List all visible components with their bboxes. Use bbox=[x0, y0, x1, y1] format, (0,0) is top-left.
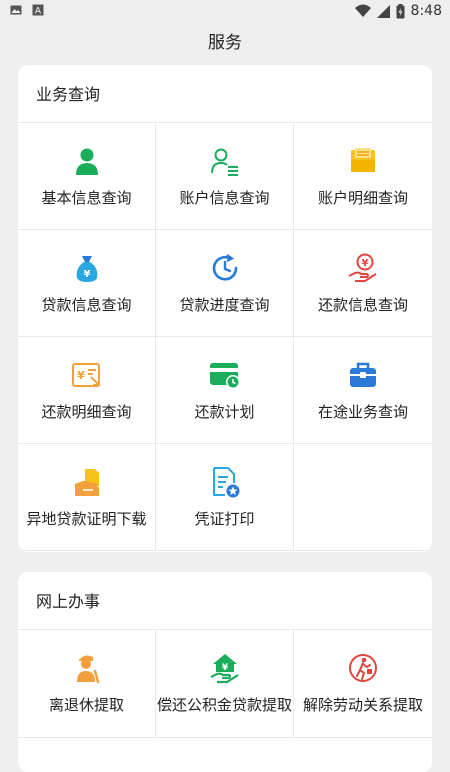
folder-details-icon bbox=[351, 148, 375, 172]
section-title: 业务查询 bbox=[18, 65, 432, 123]
svg-text:¥: ¥ bbox=[83, 269, 90, 280]
svg-text:¥: ¥ bbox=[77, 369, 85, 382]
loan-info-query-item[interactable]: ¥ 贷款信息查询 bbox=[18, 230, 156, 337]
house-hand-icon: ¥ bbox=[210, 654, 239, 684]
svg-text:A: A bbox=[35, 7, 42, 17]
basic-info-query-item[interactable]: 基本信息查询 bbox=[18, 123, 156, 230]
leave-job-icon bbox=[349, 654, 377, 682]
money-bag-icon: ¥ bbox=[76, 256, 97, 282]
signal-icon bbox=[376, 4, 390, 18]
person-icon bbox=[75, 148, 98, 175]
briefcase-icon bbox=[350, 362, 376, 387]
repay-hand-icon: ¥ bbox=[348, 253, 377, 282]
in-progress-business-query-item[interactable]: 在途业务查询 bbox=[294, 337, 432, 444]
account-info-query-item[interactable]: 账户信息查询 bbox=[156, 123, 294, 230]
status-time: 8:48 bbox=[410, 3, 442, 19]
svg-text:¥: ¥ bbox=[362, 258, 369, 269]
certificate-print-icon bbox=[212, 467, 239, 498]
repayment-plan-item[interactable]: 还款计划 bbox=[156, 337, 294, 444]
section-title: 网上办事 bbox=[18, 572, 432, 630]
business-query-card: 业务查询 基本信息查询 账户信息查询 账户明细查询 ¥ 贷款信息查询 贷款进度查… bbox=[18, 65, 432, 552]
svg-text:¥: ¥ bbox=[221, 663, 228, 673]
repay-details-icon: ¥ bbox=[71, 363, 100, 387]
progress-clock-icon bbox=[212, 254, 237, 281]
loan-progress-query-item[interactable]: 贷款进度查询 bbox=[156, 230, 294, 337]
remote-loan-certificate-download-item[interactable]: 异地贷款证明下载 bbox=[18, 444, 156, 551]
retiree-icon bbox=[76, 655, 99, 684]
empty-grid-cell bbox=[294, 444, 432, 551]
wifi-icon bbox=[354, 4, 371, 17]
loan-repayment-withdrawal-item[interactable]: ¥ 偿还公积金贷款提取 bbox=[156, 630, 294, 738]
image-icon bbox=[10, 5, 22, 15]
document-hand-icon bbox=[74, 469, 99, 496]
notification-a-icon: A bbox=[32, 4, 44, 16]
labor-termination-withdrawal-item[interactable]: 解除劳动关系提取 bbox=[294, 630, 432, 738]
card-clock-icon bbox=[209, 363, 240, 389]
battery-icon bbox=[396, 3, 405, 18]
account-list-icon bbox=[210, 148, 238, 176]
voucher-print-item[interactable]: 凭证打印 bbox=[156, 444, 294, 551]
account-details-query-item[interactable]: 账户明细查询 bbox=[294, 123, 432, 230]
page-title: 服务 bbox=[208, 33, 242, 53]
repayment-details-query-item[interactable]: ¥ 还款明细查询 bbox=[18, 337, 156, 444]
retirement-withdrawal-item[interactable]: 离退休提取 bbox=[18, 630, 156, 738]
status-bar: A 8:48 bbox=[0, 0, 450, 24]
online-services-card: 网上办事 离退休提取 ¥ 偿还公积金贷款提取 解除劳动关系提取 bbox=[18, 572, 432, 772]
repayment-info-query-item[interactable]: ¥ 还款信息查询 bbox=[294, 230, 432, 337]
